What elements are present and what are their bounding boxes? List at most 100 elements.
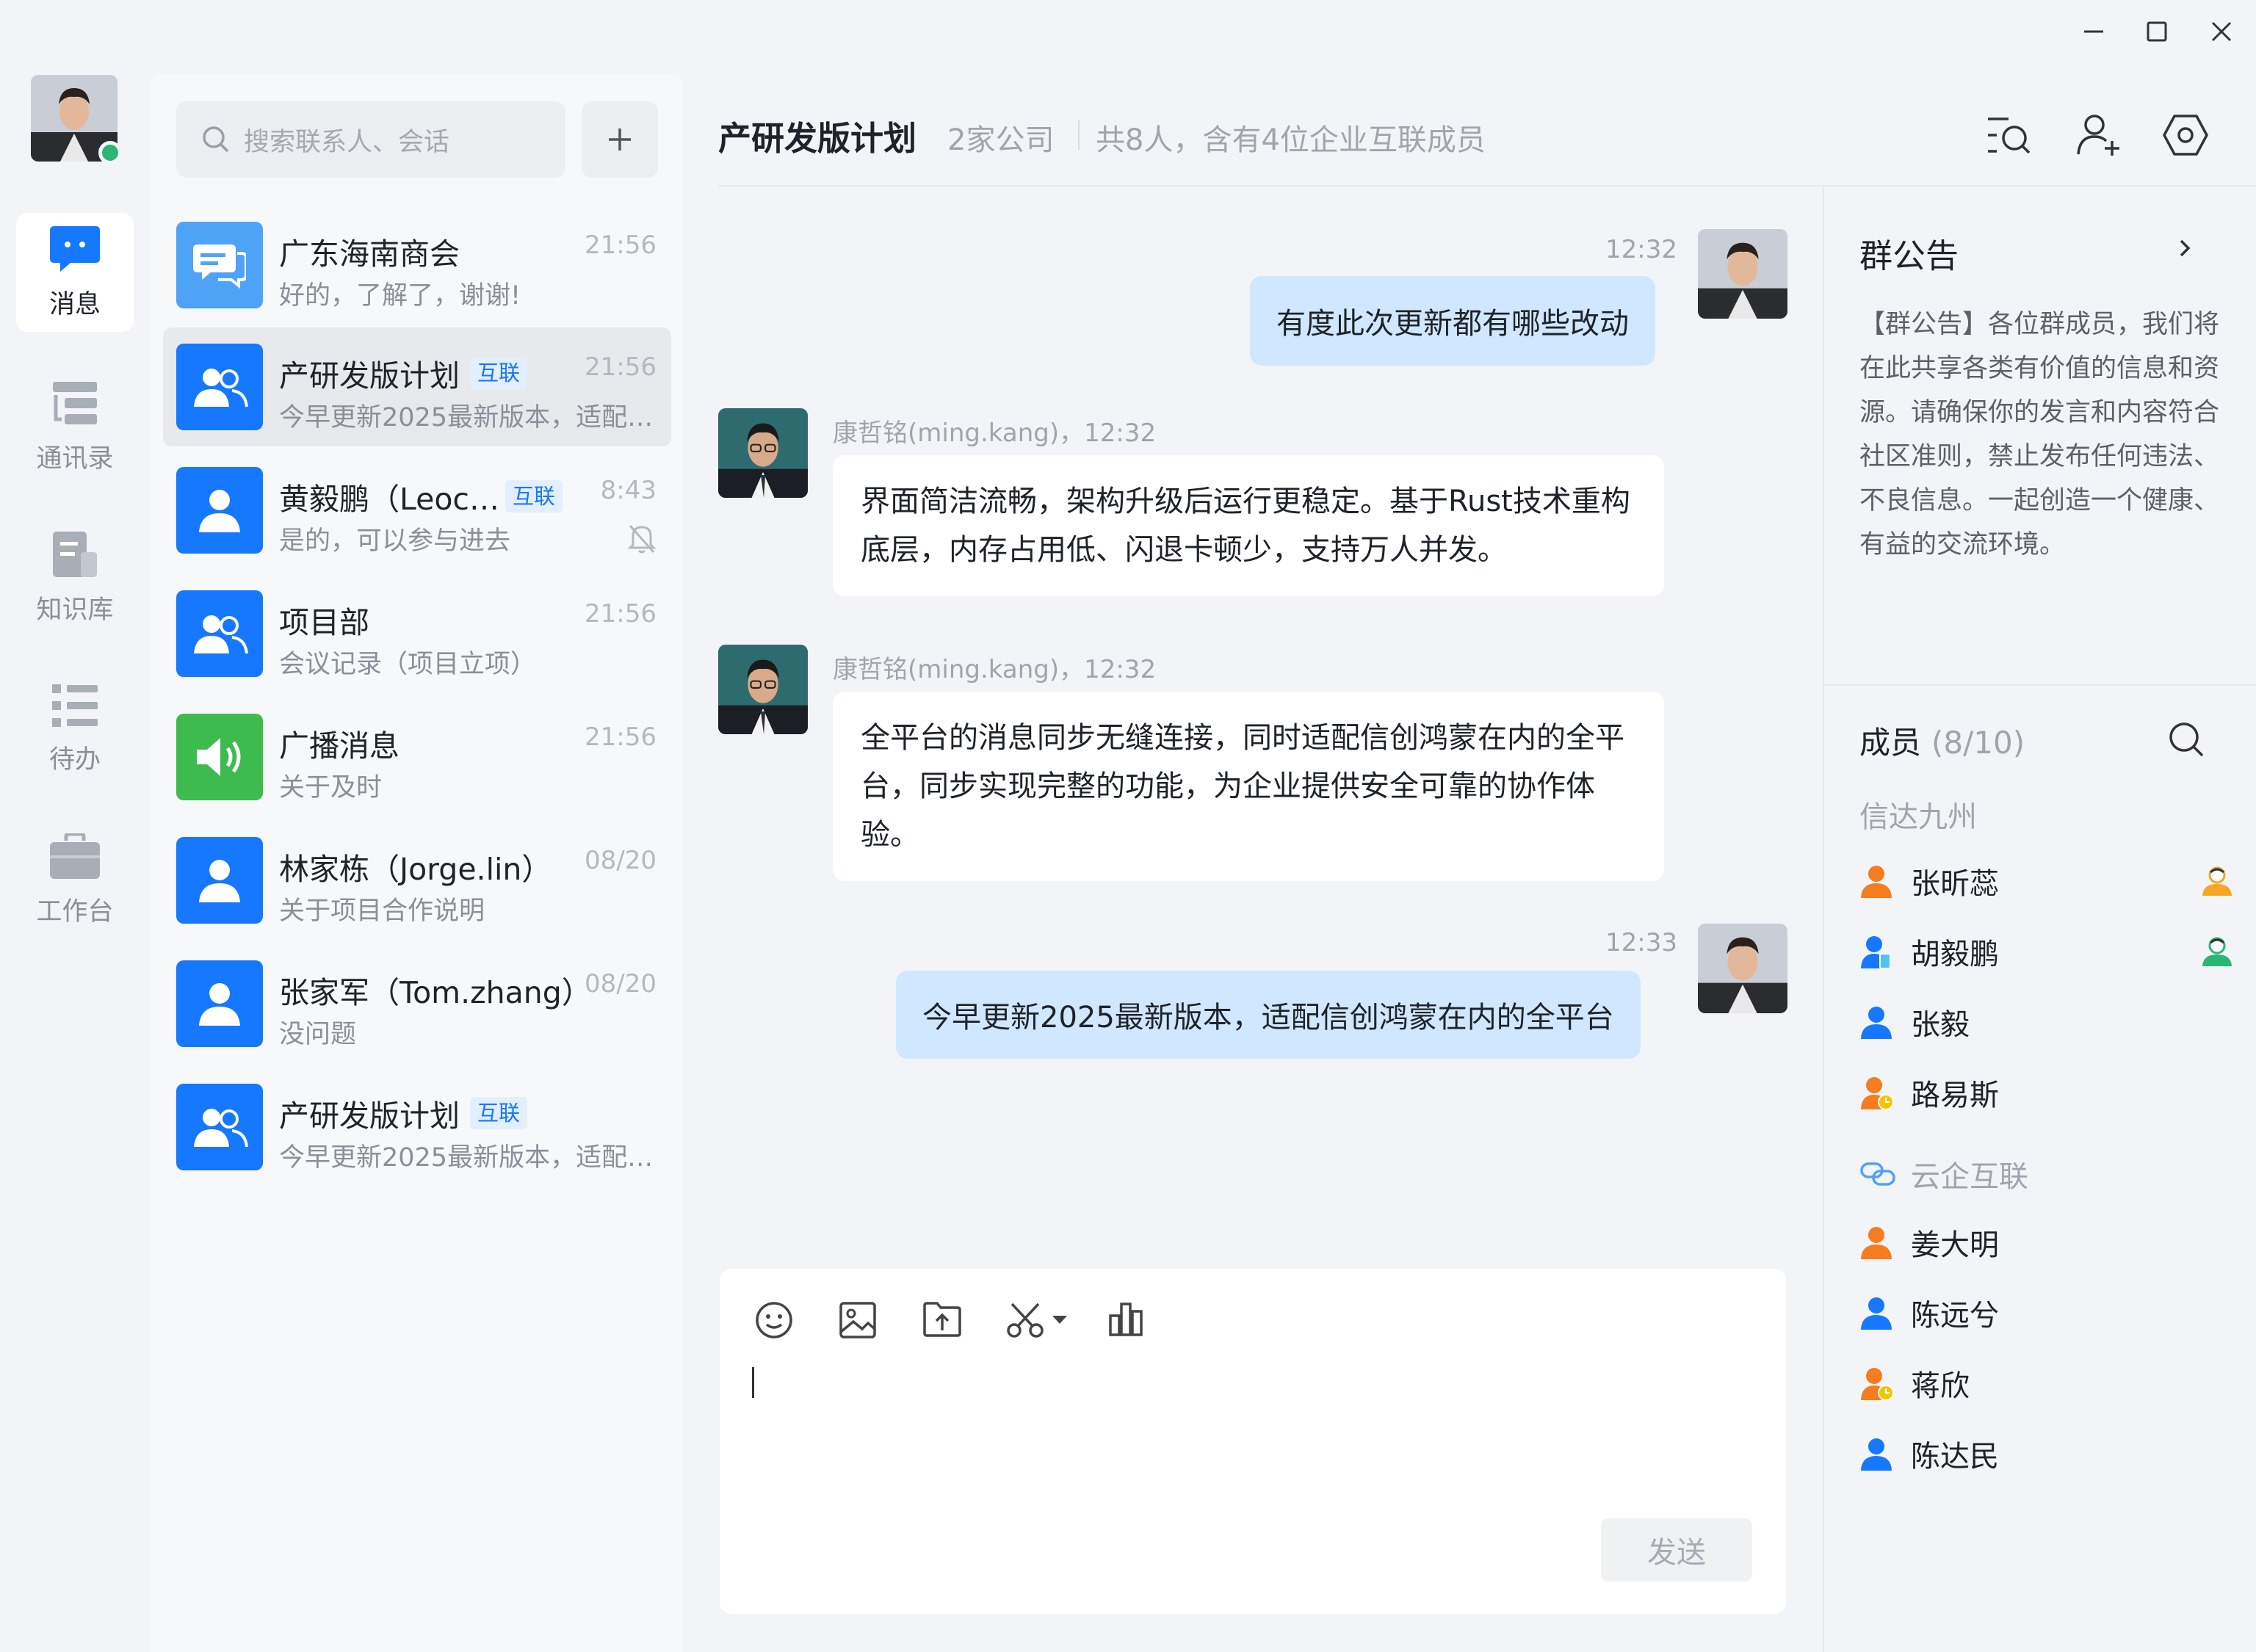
nav-item-knowledge[interactable]: 知识库 [16, 518, 134, 637]
member-name: 陈达民 [1911, 1440, 1999, 1474]
conversation-preview: 今早更新2025最新版本，适配信创鸿蒙在内的全平台 [279, 403, 654, 432]
maximize-icon [2147, 21, 2167, 42]
dropdown-caret-icon[interactable] [1052, 1315, 1068, 1325]
emoji-button[interactable] [755, 1301, 793, 1339]
chat-title: 产研发版计划 [718, 119, 917, 158]
conversation-panel: 搜索联系人、会话 广东海南商会 好的，了解了，谢谢! 21:56 产研发版计划互… [150, 73, 683, 1652]
person-icon [1861, 1227, 1892, 1259]
conversation-item[interactable]: 广东海南商会 好的，了解了，谢谢! 21:56 [163, 206, 671, 325]
message-bubble-incoming[interactable]: 界面简洁流畅，架构升级后运行更稳定。基于Rust技术重构底层，内存占用低、闪退卡… [833, 455, 1664, 596]
todo-icon [52, 684, 98, 727]
message-bubble-outgoing[interactable]: 今早更新2025最新版本，适配信创鸿蒙在内的全平台 [896, 971, 1641, 1059]
group-icon [176, 590, 263, 677]
speaker-icon [176, 714, 263, 800]
folder-upload-icon [923, 1302, 961, 1337]
conversation-name: 广东海南商会 [279, 236, 460, 272]
emoji-icon [756, 1302, 792, 1338]
nav-item-contacts[interactable]: 通讯录 [16, 367, 134, 486]
add-member-button[interactable] [2072, 109, 2125, 162]
person-clock-icon [1861, 1368, 1893, 1400]
notice-text: 【群公告】各位群成员，我们将在此共享各类有价值的信息和资源。请确保你的发言和内容… [1859, 310, 2220, 559]
search-box[interactable]: 搜索联系人、会话 [176, 101, 565, 178]
member-item[interactable]: 陈达民 [1859, 1424, 2234, 1483]
member-item[interactable]: 胡毅鹏 [1859, 922, 2234, 981]
member-item[interactable]: 张昕蕊 [1859, 852, 2234, 910]
group-icon [176, 1084, 263, 1170]
member-item[interactable]: 蒋欣 [1859, 1354, 2234, 1413]
message-composer[interactable]: 发送 [720, 1269, 1786, 1614]
notice-title: 群公告 [1859, 236, 1959, 275]
search-history-icon [1988, 117, 2031, 154]
nav-label-workbench: 工作台 [36, 896, 114, 927]
conversation-name: 林家栋（Jorge.lin） [279, 852, 552, 887]
member-item[interactable]: 陈远兮 [1859, 1283, 2234, 1342]
conversation-item[interactable]: 产研发版计划互联 今早更新2025最新版本，适配信创鸿蒙在内的全平台 [163, 1068, 671, 1187]
member-name: 蒋欣 [1911, 1369, 1970, 1403]
minimize-icon [2084, 30, 2103, 33]
interconnect-badge: 互联 [505, 480, 563, 512]
member-item[interactable]: 路易斯 [1859, 1063, 2234, 1122]
member-name: 张毅 [1911, 1008, 1970, 1042]
message-bubble-incoming[interactable]: 全平台的消息同步无缝连接，同时适配信创鸿蒙在内的全平台，同步实现完整的功能，为企… [833, 692, 1664, 881]
conversation-preview: 关于及时 [279, 773, 383, 803]
my-avatar [1698, 229, 1787, 319]
member-name: 胡毅鹏 [1911, 938, 1999, 971]
image-button[interactable] [839, 1301, 877, 1339]
screenshot-button[interactable] [1006, 1301, 1068, 1339]
member-group-header: 云企互联 [1859, 1153, 2028, 1195]
conversation-preview: 会议记录（项目立项） [279, 650, 537, 679]
nav-item-workbench[interactable]: 工作台 [16, 821, 134, 940]
search-icon [2169, 722, 2204, 757]
conversation-time: 21:56 [585, 231, 657, 260]
member-item[interactable]: 张毅 [1859, 993, 2234, 1051]
new-conversation-button[interactable] [582, 101, 658, 178]
search-history-button[interactable] [1983, 109, 2036, 162]
plus-icon [609, 128, 631, 151]
header-divider [1078, 120, 1080, 150]
online-status-dot [98, 141, 122, 164]
knowledge-icon [53, 531, 97, 577]
conversation-item[interactable]: 广播消息 关于及时 21:56 [163, 698, 671, 816]
member-group-label: 信达九州 [1859, 800, 1977, 834]
nav-item-todo[interactable]: 待办 [16, 670, 134, 789]
conversation-name: 黄毅鹏（Leocyin） [279, 482, 499, 517]
nav-item-messages[interactable]: 消息 [16, 213, 134, 332]
conversation-item-active[interactable]: 产研发版计划互联 今早更新2025最新版本，适配信创鸿蒙在内的全平台 21:56 [163, 327, 671, 446]
member-item[interactable]: 姜大明 [1859, 1213, 2234, 1272]
nav-label-messages: 消息 [48, 289, 101, 319]
member-search-button[interactable] [2168, 721, 2205, 758]
nav-label-todo: 待办 [48, 745, 101, 775]
file-upload-button[interactable] [922, 1301, 962, 1338]
sender-avatar [718, 645, 808, 734]
search-icon [203, 126, 229, 153]
conversation-preview: 好的，了解了，谢谢! [279, 281, 521, 311]
member-name: 张昕蕊 [1911, 867, 1999, 901]
conversation-item[interactable]: 张家军（Tom.zhang） 没问题 08/20 [163, 944, 671, 1063]
sender-avatar [718, 408, 808, 498]
text-cursor [752, 1367, 754, 1398]
bar-chart-icon [1109, 1303, 1143, 1336]
conversation-name: 张家军（Tom.zhang） [279, 975, 573, 1010]
close-button[interactable] [2203, 13, 2240, 50]
conversation-item[interactable]: 黄毅鹏（Leocyin） 互联 是的，可以参与进去 8:43 [163, 451, 671, 570]
message-sender: 康哲铭(ming.kang)，12:32 [833, 655, 1157, 684]
conversation-item[interactable]: 项目部 会议记录（项目立项） 21:56 [163, 574, 671, 693]
conversation-name: 广播消息 [279, 728, 400, 764]
conversation-time: 21:56 [585, 599, 657, 628]
send-button[interactable]: 发送 [1601, 1518, 1752, 1582]
notice-expand-button[interactable] [2175, 236, 2196, 260]
conversation-name: 产研发版计划 互联 [279, 351, 528, 395]
person-device-icon [1861, 936, 1891, 968]
link-icon [1860, 1162, 1895, 1186]
muted-bell-icon [627, 523, 657, 554]
group-settings-button[interactable] [2159, 109, 2212, 162]
message-bubble-outgoing[interactable]: 有度此次更新都有哪些改动 [1250, 276, 1655, 366]
poll-button[interactable] [1107, 1301, 1144, 1338]
member-name: 陈远兮 [1911, 1299, 1999, 1333]
person-icon [176, 837, 263, 924]
conversation-item[interactable]: 林家栋（Jorge.lin） 关于项目合作说明 08/20 [163, 821, 671, 940]
conversation-preview: 今早更新2025最新版本，适配信创鸿蒙在内的全平台 [279, 1143, 654, 1173]
message-sender: 康哲铭(ming.kang)，12:32 [833, 419, 1157, 448]
minimize-button[interactable] [2075, 13, 2112, 50]
maximize-button[interactable] [2138, 13, 2175, 50]
